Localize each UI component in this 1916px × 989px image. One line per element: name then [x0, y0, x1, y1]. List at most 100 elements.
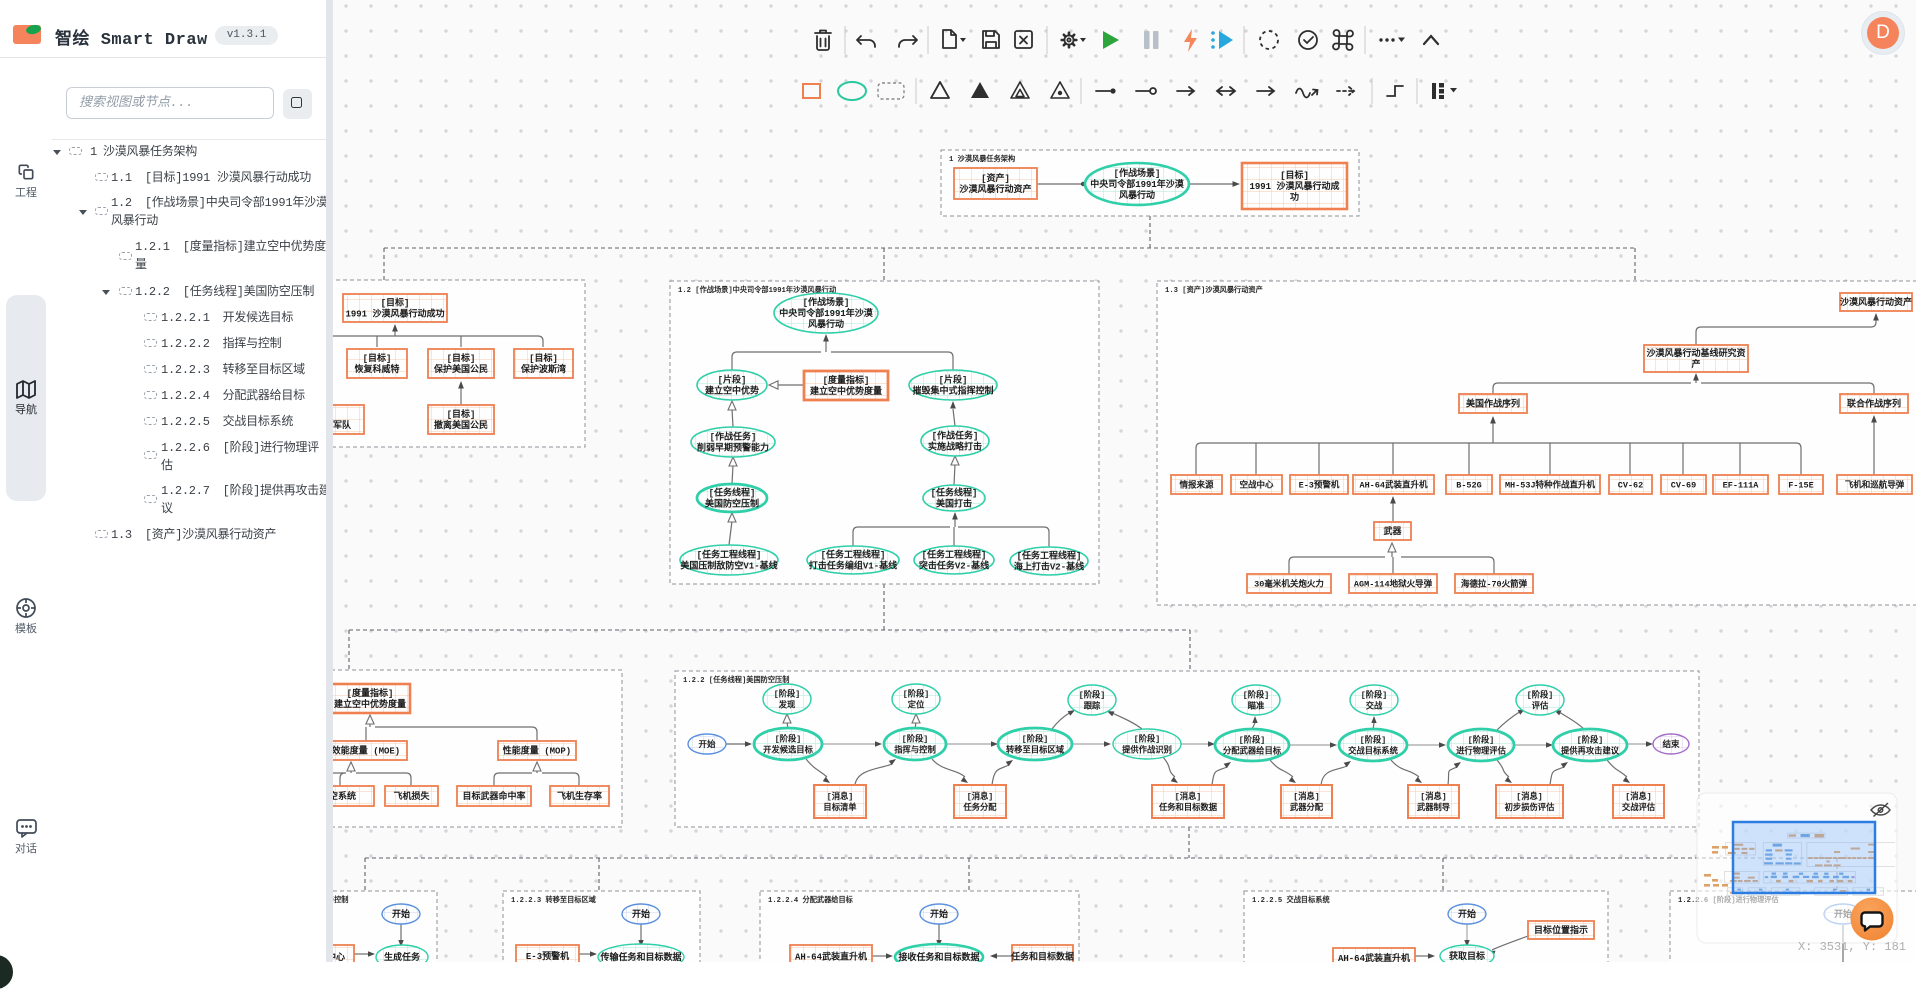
svg-text:[阶段]: [阶段]	[1079, 690, 1106, 701]
svg-text:目标位置指示: 目标位置指示	[1534, 924, 1588, 936]
svg-text:1.2.2.3 转移至目标区域: 1.2.2.3 转移至目标区域	[511, 895, 597, 905]
svg-text:中央司令部1991年沙漠: 中央司令部1991年沙漠	[1090, 178, 1185, 190]
svg-text:[阶段]: [阶段]	[1577, 735, 1604, 746]
svg-text:[目标]: [目标]	[363, 352, 392, 364]
svg-text:[消息]: [消息]	[1420, 791, 1447, 802]
svg-text:[任务线程]: [任务线程]	[709, 487, 756, 499]
svg-text:开始: 开始	[632, 908, 650, 920]
svg-text:[目标]: [目标]	[529, 352, 558, 364]
svg-text:导航: 导航	[15, 402, 37, 417]
svg-text:击败伊拉克军队: 击败伊拉克军队	[333, 419, 352, 431]
svg-text:进行物理评估: 进行物理评估	[1456, 746, 1506, 757]
svg-text:交战目标系统: 交战目标系统	[1348, 746, 1398, 757]
svg-text:[阶段]: [阶段]	[1243, 690, 1270, 701]
svg-text:交战: 交战	[1366, 701, 1383, 712]
svg-text:防空系统: 防空系统	[333, 790, 356, 802]
svg-text:[作战任务]: [作战任务]	[932, 430, 979, 442]
svg-text:美国防空压制: 美国防空压制	[705, 498, 759, 510]
svg-text:[作战场景]: [作战场景]	[803, 296, 850, 308]
svg-text:对话: 对话	[15, 841, 37, 856]
svg-text:风暴行动: 风暴行动	[808, 318, 844, 330]
svg-text:任务和目标数据: 任务和目标数据	[1158, 802, 1218, 813]
svg-text:定位: 定位	[908, 700, 925, 711]
svg-text:任务和目标数据: 任务和目标数据	[1010, 951, 1074, 963]
svg-text:空战中心: 空战中心	[1239, 480, 1274, 491]
svg-text:[阶段]: [阶段]	[1361, 690, 1388, 701]
svg-text:[消息]: [消息]	[967, 791, 994, 802]
svg-text:海德拉-70火箭弹: 海德拉-70火箭弹	[1461, 579, 1528, 590]
svg-text:实施战略打击: 实施战略打击	[928, 441, 982, 453]
svg-text:[目标]: [目标]	[447, 408, 476, 420]
svg-text:恢复科威特: 恢复科威特	[354, 363, 399, 375]
svg-text:建立空中优势度量: 建立空中优势度量	[334, 698, 406, 710]
svg-text:[消息]: [消息]	[1625, 791, 1652, 802]
svg-text:沙漠风暴行动资产: 沙漠风暴行动资产	[1840, 296, 1912, 308]
svg-text:开始: 开始	[392, 908, 410, 920]
svg-text:AH-64武装直升机: AH-64武装直升机	[1338, 952, 1410, 962]
svg-text:情报来源: 情报来源	[1178, 480, 1214, 491]
svg-text:跟踪: 跟踪	[1084, 701, 1101, 712]
svg-text:美国压制敌防空V1-基线: 美国压制敌防空V1-基线	[680, 560, 777, 572]
svg-text:保护波斯湾: 保护波斯湾	[520, 363, 566, 375]
svg-text:[阶段]: [阶段]	[775, 734, 802, 745]
svg-text:1.3 [资产]沙漠风暴行动资产: 1.3 [资产]沙漠风暴行动资产	[1165, 285, 1263, 295]
svg-text:F-15E: F-15E	[1788, 481, 1814, 491]
svg-text:[阶段]: [阶段]	[1134, 734, 1161, 745]
svg-text:沙漠风暴行动基线研究资: 沙漠风暴行动基线研究资	[1646, 347, 1745, 359]
svg-text:提供作战识别: 提供作战识别	[1122, 745, 1172, 756]
svg-text:AH-64武装直升机: AH-64武装直升机	[795, 951, 867, 963]
svg-text:风暴行动: 风暴行动	[1119, 189, 1155, 201]
svg-text:美国作战序列: 美国作战序列	[1466, 398, 1520, 410]
svg-text:削弱早期预警能力: 削弱早期预警能力	[697, 442, 769, 454]
svg-text:突击任务V2-基线: 突击任务V2-基线	[919, 560, 989, 572]
svg-text:武器: 武器	[1383, 525, 1402, 537]
svg-text:评估: 评估	[1532, 701, 1549, 712]
svg-text:产: 产	[1691, 358, 1700, 370]
svg-text:生成任务: 生成任务	[384, 951, 421, 962]
svg-text:开始: 开始	[698, 739, 716, 750]
svg-text:开发候选目标: 开发候选目标	[763, 745, 813, 756]
svg-text:1991 沙漠风暴行动成功: 1991 沙漠风暴行动成功	[345, 308, 444, 320]
svg-text:建立空中优势: 建立空中优势	[705, 385, 759, 397]
svg-text:1.2.2.2 指挥与控制: 1.2.2.2 指挥与控制	[333, 895, 348, 905]
svg-text:E-3预警机: E-3预警机	[1299, 480, 1340, 491]
svg-text:接收任务和目标数据: 接收任务和目标数据	[898, 951, 979, 962]
svg-text:1.2.2.4 分配武器给目标: 1.2.2.4 分配武器给目标	[768, 895, 854, 905]
svg-text:初步损伤评估: 初步损伤评估	[1505, 802, 1555, 813]
svg-text:B-52G: B-52G	[1456, 481, 1482, 491]
svg-text:结束: 结束	[1662, 739, 1680, 750]
svg-text:工程: 工程	[15, 186, 37, 200]
svg-text:1.2.2.5 交战目标系统: 1.2.2.5 交战目标系统	[1252, 895, 1330, 905]
svg-text:飞机生存率: 飞机生存率	[557, 790, 602, 802]
svg-text:[度量指标]: [度量指标]	[823, 374, 870, 386]
svg-text:[阶段]: [阶段]	[774, 689, 801, 700]
svg-text:[阶段]: [阶段]	[1239, 735, 1266, 746]
svg-text:[任务工程线程]: [任务工程线程]	[922, 549, 987, 561]
svg-text:联合作战序列: 联合作战序列	[1847, 398, 1901, 410]
svg-text:开始: 开始	[1458, 908, 1476, 920]
svg-text:目标武器命中率: 目标武器命中率	[462, 790, 525, 802]
svg-text:[消息]: [消息]	[1175, 791, 1202, 802]
svg-text:1 沙漠风暴任务架构: 1 沙漠风暴任务架构	[949, 154, 1015, 164]
svg-text:海上打击V2-基线: 海上打击V2-基线	[1014, 561, 1084, 573]
svg-text:[阶段]: [阶段]	[903, 689, 930, 700]
svg-text:[资产]: [资产]	[981, 172, 1010, 184]
svg-text:中央司令部1991年沙漠: 中央司令部1991年沙漠	[779, 307, 874, 319]
svg-text:获取目标: 获取目标	[1449, 950, 1485, 962]
svg-text:开始: 开始	[930, 908, 948, 920]
svg-text:传输任务和目标数据: 传输任务和目标数据	[599, 951, 681, 962]
svg-text:飞机损失: 飞机损失	[393, 790, 430, 802]
svg-text:MH-53J特种作战直升机: MH-53J特种作战直升机	[1505, 480, 1596, 491]
svg-text:AH-64武装直升机: AH-64武装直升机	[1359, 480, 1428, 491]
svg-text:飞机和巡航导弹: 飞机和巡航导弹	[1845, 480, 1905, 491]
svg-text:打击任务编组V1-基线: 打击任务编组V1-基线	[809, 560, 897, 572]
svg-text:功: 功	[1290, 191, 1299, 203]
svg-text:CV-62: CV-62	[1618, 481, 1644, 491]
svg-text:[阶段]: [阶段]	[1022, 734, 1049, 745]
svg-text:摧毁集中式指挥控制: 摧毁集中式指挥控制	[912, 385, 993, 397]
svg-text:武器制导: 武器制导	[1417, 802, 1451, 813]
svg-text:CV-69: CV-69	[1671, 481, 1697, 491]
svg-text:[任务线程]: [任务线程]	[931, 487, 978, 499]
svg-text:1991 沙漠风暴行动成: 1991 沙漠风暴行动成	[1249, 180, 1339, 192]
svg-text:1.2.2 [任务线程]美国防空压制: 1.2.2 [任务线程]美国防空压制	[683, 675, 789, 685]
